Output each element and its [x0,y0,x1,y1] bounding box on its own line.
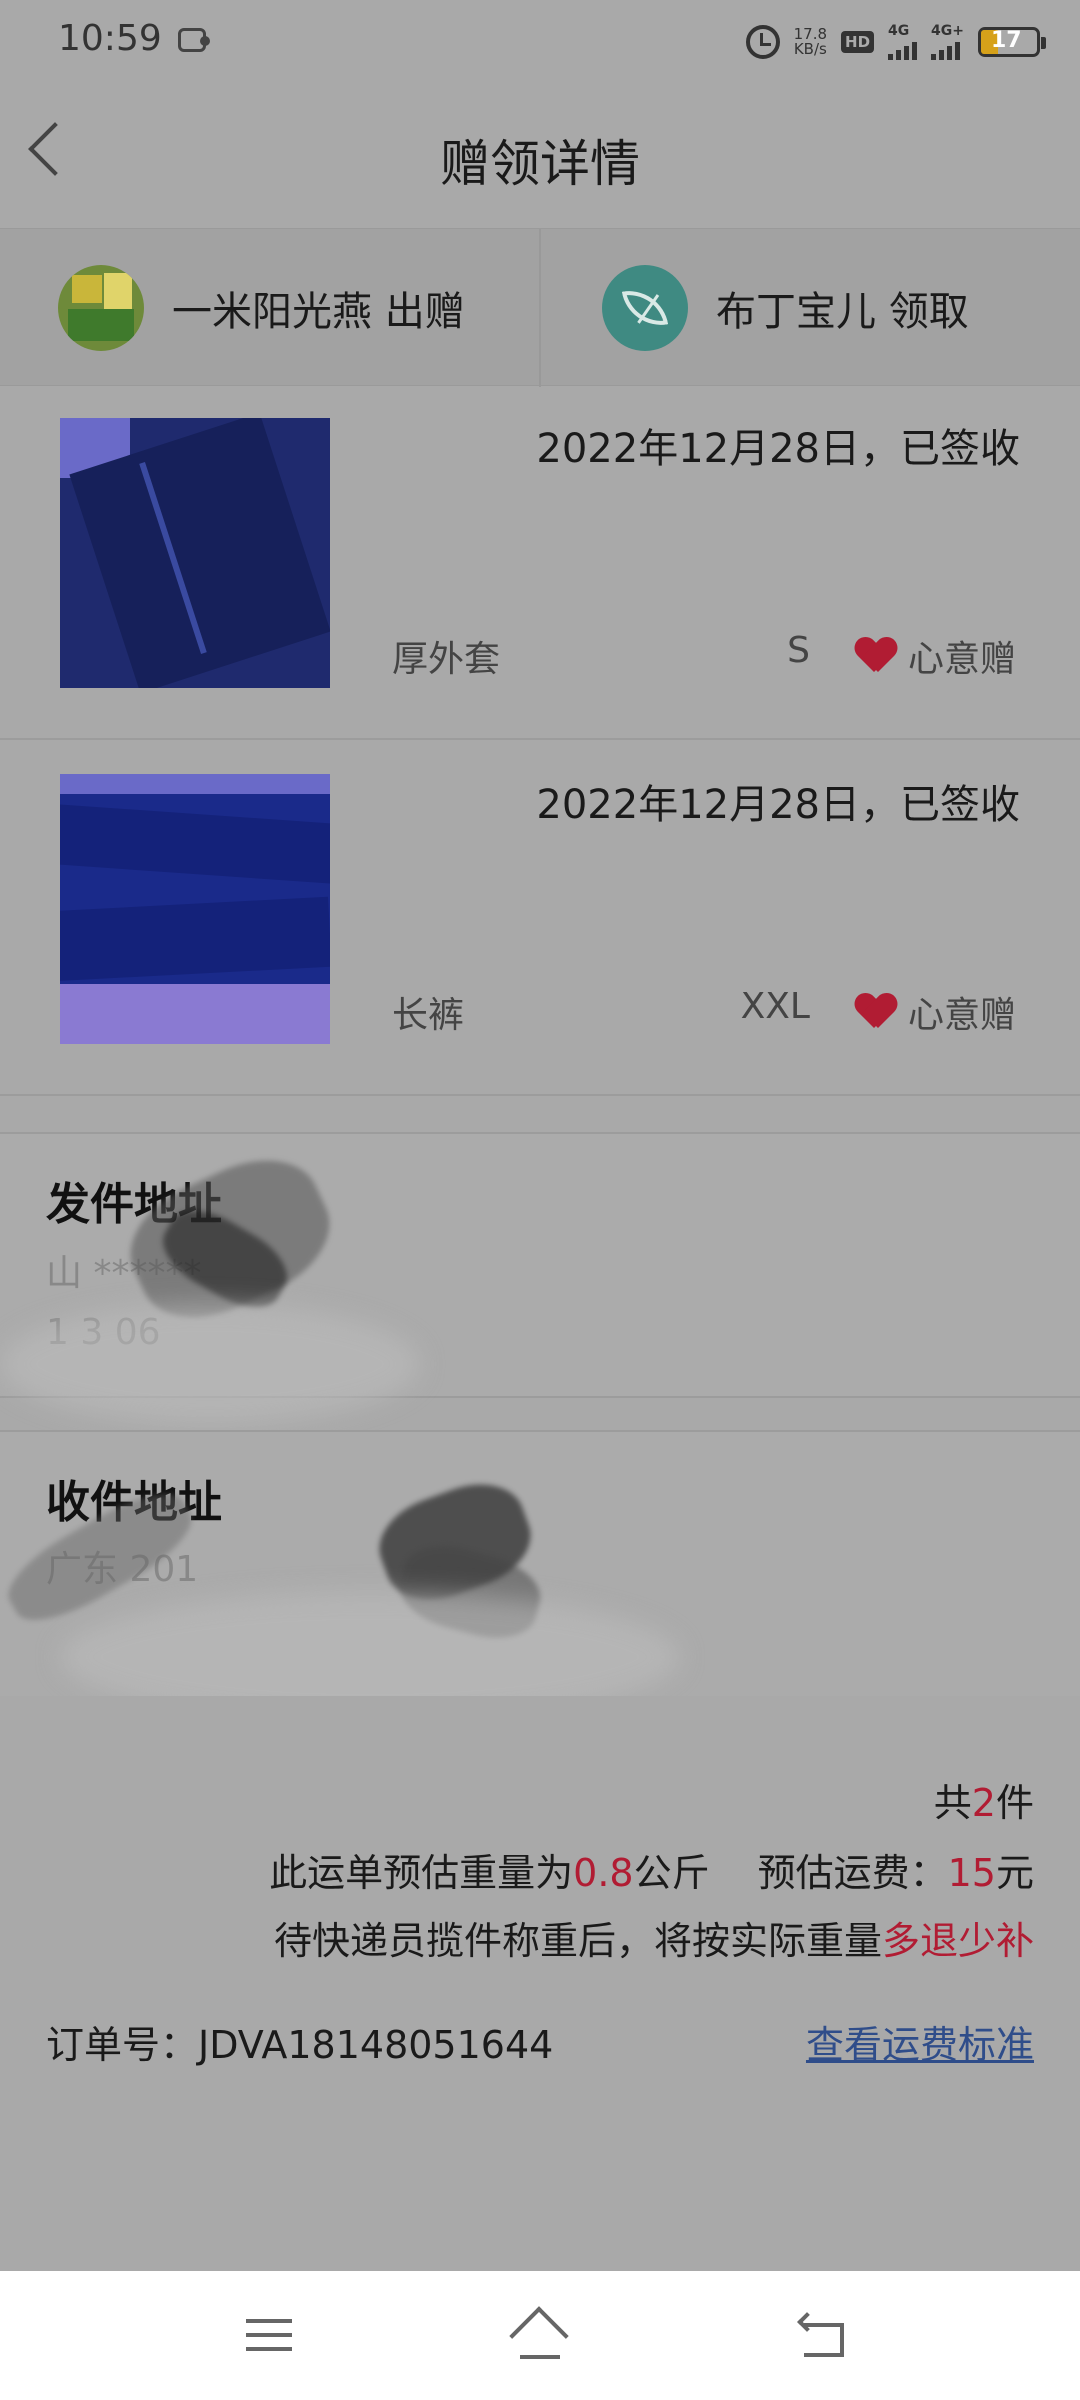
status-bar: 10:59 17.8 KB/s HD 4G 4G+ 17 [0,0,1080,82]
donor-label: 一米阳光燕 出赠 [172,289,465,335]
summary-section: 共2件 此运单预估重量为0.8公斤 预估运费：15元 待快递员揽件称重后，将按实际… [0,1696,1080,2271]
note-highlight: 多退少补 [881,1919,1034,1963]
menu-icon[interactable] [246,2319,292,2353]
screen: 10:59 17.8 KB/s HD 4G 4G+ 17 赠领详情 一米阳光燕 … [0,0,1080,2400]
coat-photo[interactable] [60,418,330,688]
receiver-address-section: 收件地址 广东 201 [0,1430,1080,1722]
redaction-smudge [0,1304,420,1424]
net-speed: 17.8 KB/s [794,27,827,57]
notification-dot-icon [200,36,210,46]
item-name: 长裤 [392,995,465,1036]
fee-standard-link[interactable]: 查看运费标准 [806,2014,1034,2069]
pants-photo[interactable] [60,774,330,1044]
fee-unit: 元 [995,1851,1034,1895]
order-number: 订单号：JDVA18148051644 [46,2023,554,2067]
sender-address-section: 发件地址 山 ****** 1 3 06 [0,1132,1080,1424]
page-title: 赠领详情 [440,135,640,193]
home-icon[interactable] [509,2306,570,2366]
item-tag: 心意赠 [856,986,1016,1038]
heart-icon [856,994,896,1030]
sim1-label: 4G [888,23,910,39]
sim2-signal: 4G+ [931,24,964,60]
heart-icon [856,638,896,674]
weight-prefix: 此运单预估重量为 [269,1851,574,1895]
signal-icon [888,38,918,60]
battery-level: 17 [991,28,1022,53]
sim2-label: 4G+ [931,23,964,39]
weight-unit: 公斤 [633,1851,710,1895]
weight-fee-line: 此运单预估重量为0.8公斤 预估运费：15元 [269,1842,1034,1897]
donor-party[interactable]: 一米阳光燕 出赠 [58,229,465,387]
list-item[interactable]: 2022年12月28日，已签收 厚外套 S 心意赠 [0,386,1080,740]
settlement-note: 待快递员揽件称重后，将按实际重量多退少补 [274,1910,1034,1965]
parties-bar: 一米阳光燕 出赠 布丁宝儿 领取 [0,228,1080,387]
weight-value: 0.8 [573,1851,634,1895]
system-navbar [0,2271,1080,2400]
count-value: 2 [971,1781,996,1825]
back-icon[interactable] [797,2312,850,2359]
receiver-label: 布丁宝儿 领取 [716,289,969,335]
hd-icon: HD [841,31,875,53]
item-size: XXL [740,986,810,1027]
status-indicators: 17.8 KB/s HD 4G 4G+ 17 [745,22,1046,62]
item-tag-label: 心意赠 [907,995,1016,1036]
status-time: 10:59 [58,18,162,59]
signal-icon [931,38,964,60]
item-tag-label: 心意赠 [907,639,1016,680]
item-size: S [787,630,810,671]
net-speed-unit: KB/s [793,40,827,58]
leaf-icon [621,284,669,332]
fee-prefix: 预估运费： [757,1851,948,1895]
count-prefix: 共 [933,1781,972,1825]
item-status: 2022年12月28日，已签收 [536,426,1020,472]
receiver-party[interactable]: 布丁宝儿 领取 [602,229,969,387]
note-prefix: 待快递员揽件称重后，将按实际重量 [273,1919,882,1963]
fee-value: 15 [947,1851,996,1895]
divider [539,229,541,387]
item-count: 共2件 [934,1772,1034,1827]
item-status: 2022年12月28日，已签收 [536,782,1020,828]
sim1-signal: 4G [888,23,918,60]
battery-icon: 17 [978,27,1046,57]
count-suffix: 件 [995,1781,1034,1825]
item-tag: 心意赠 [856,630,1016,682]
receiver-avatar [602,265,688,351]
alarm-icon [745,25,780,59]
app-header: 赠领详情 [0,82,1080,228]
donor-avatar [58,265,144,351]
item-name: 厚外套 [392,639,501,680]
list-item[interactable]: 2022年12月28日，已签收 长裤 XXL 心意赠 [0,742,1080,1096]
